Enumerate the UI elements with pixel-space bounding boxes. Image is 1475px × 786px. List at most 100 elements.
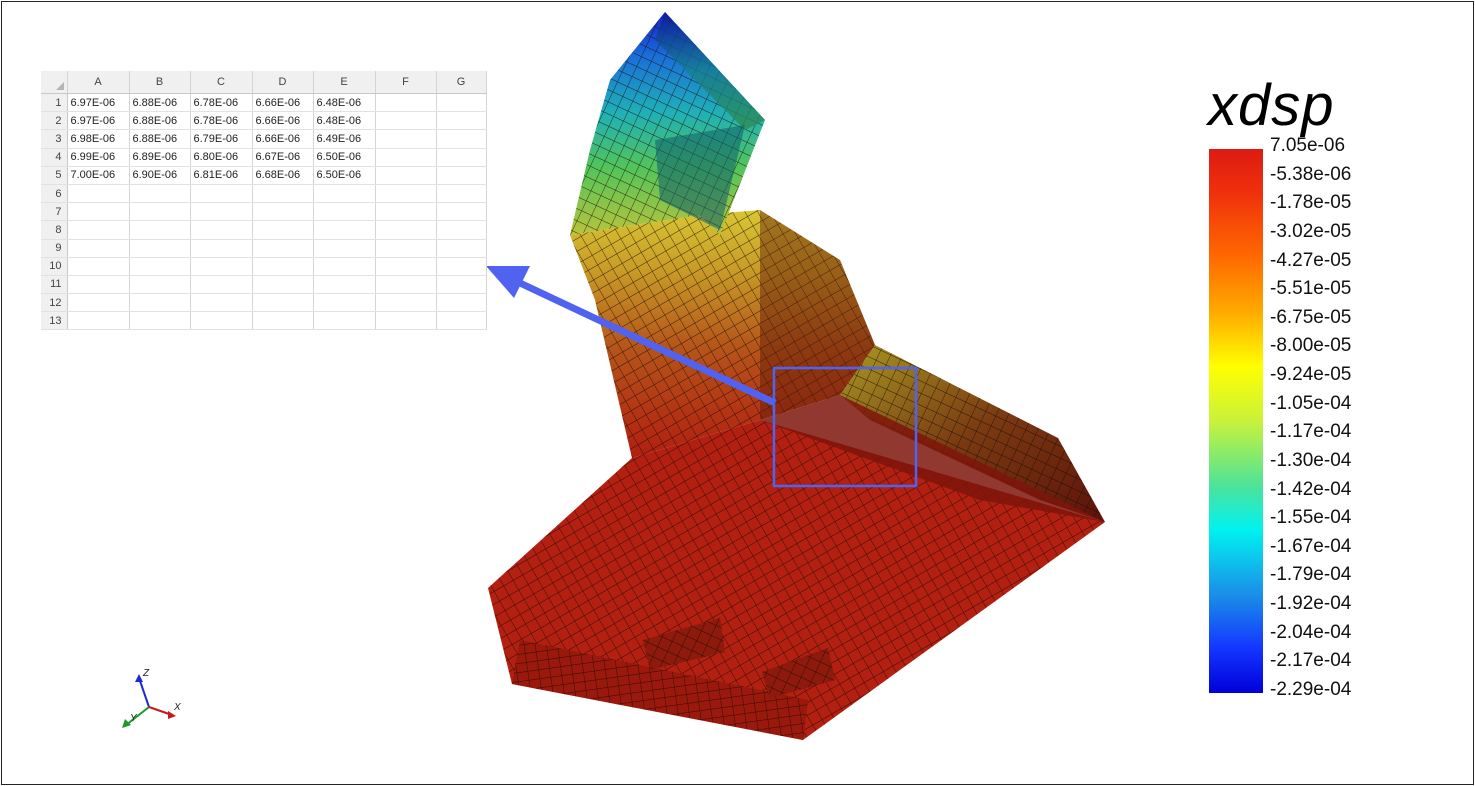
table-cell[interactable] bbox=[313, 202, 376, 222]
table-cell[interactable] bbox=[252, 202, 314, 222]
table-cell[interactable] bbox=[313, 311, 376, 331]
table-cell[interactable]: 6.97E-06 bbox=[67, 111, 130, 131]
table-cell[interactable]: 6.97E-06 bbox=[67, 93, 130, 113]
table-cell[interactable] bbox=[252, 239, 314, 258]
table-cell[interactable] bbox=[252, 220, 314, 240]
column-header[interactable]: B bbox=[129, 71, 191, 94]
table-cell[interactable] bbox=[375, 184, 437, 204]
table-cell[interactable]: 6.66E-06 bbox=[252, 111, 314, 131]
table-cell[interactable] bbox=[67, 239, 130, 258]
row-header[interactable]: 4 bbox=[41, 148, 68, 167]
table-cell[interactable] bbox=[436, 148, 487, 167]
table-cell[interactable] bbox=[129, 257, 191, 276]
table-cell[interactable]: 6.88E-06 bbox=[129, 129, 191, 149]
column-header[interactable]: A bbox=[67, 71, 130, 94]
column-header[interactable]: D bbox=[252, 71, 314, 94]
row-header[interactable]: 10 bbox=[41, 257, 68, 276]
column-header[interactable]: F bbox=[375, 71, 437, 94]
table-cell[interactable]: 6.78E-06 bbox=[190, 93, 253, 113]
table-cell[interactable]: 6.81E-06 bbox=[190, 166, 253, 185]
table-cell[interactable] bbox=[313, 184, 376, 204]
row-header[interactable]: 9 bbox=[41, 239, 68, 258]
row-header[interactable]: 13 bbox=[41, 311, 68, 331]
table-cell[interactable] bbox=[67, 311, 130, 331]
table-cell[interactable] bbox=[129, 311, 191, 331]
table-cell[interactable] bbox=[190, 293, 253, 313]
table-cell[interactable] bbox=[67, 257, 130, 276]
table-cell[interactable] bbox=[190, 239, 253, 258]
table-cell[interactable] bbox=[375, 275, 437, 295]
table-cell[interactable] bbox=[252, 311, 314, 331]
table-cell[interactable] bbox=[375, 202, 437, 222]
table-cell[interactable] bbox=[436, 129, 487, 149]
table-cell[interactable]: 6.49E-06 bbox=[313, 129, 376, 149]
table-cell[interactable] bbox=[375, 220, 437, 240]
table-cell[interactable] bbox=[436, 293, 487, 313]
table-cell[interactable] bbox=[313, 293, 376, 313]
table-cell[interactable] bbox=[67, 184, 130, 204]
table-cell[interactable] bbox=[252, 293, 314, 313]
table-cell[interactable] bbox=[375, 239, 437, 258]
table-cell[interactable]: 6.98E-06 bbox=[67, 129, 130, 149]
table-cell[interactable]: 6.88E-06 bbox=[129, 111, 191, 131]
table-cell[interactable] bbox=[375, 311, 437, 331]
table-cell[interactable]: 6.88E-06 bbox=[129, 93, 191, 113]
table-cell[interactable] bbox=[436, 257, 487, 276]
table-cell[interactable] bbox=[375, 111, 437, 131]
table-cell[interactable] bbox=[252, 275, 314, 295]
table-cell[interactable] bbox=[436, 275, 487, 295]
table-cell[interactable] bbox=[67, 220, 130, 240]
table-cell[interactable]: 6.90E-06 bbox=[129, 166, 191, 185]
table-cell[interactable] bbox=[436, 93, 487, 113]
table-cell[interactable]: 6.50E-06 bbox=[313, 166, 376, 185]
table-cell[interactable] bbox=[190, 202, 253, 222]
table-cell[interactable] bbox=[375, 257, 437, 276]
table-cell[interactable] bbox=[190, 311, 253, 331]
table-cell[interactable] bbox=[436, 184, 487, 204]
table-cell[interactable] bbox=[129, 220, 191, 240]
row-header[interactable]: 7 bbox=[41, 202, 68, 222]
table-cell[interactable] bbox=[375, 148, 437, 167]
table-cell[interactable] bbox=[436, 311, 487, 331]
table-cell[interactable] bbox=[375, 293, 437, 313]
table-cell[interactable] bbox=[436, 202, 487, 222]
table-cell[interactable] bbox=[375, 93, 437, 113]
table-cell[interactable] bbox=[436, 220, 487, 240]
row-header[interactable]: 3 bbox=[41, 129, 68, 149]
table-cell[interactable]: 6.89E-06 bbox=[129, 148, 191, 167]
table-cell[interactable]: 6.48E-06 bbox=[313, 93, 376, 113]
table-cell[interactable]: 6.78E-06 bbox=[190, 111, 253, 131]
table-cell[interactable]: 7.00E-06 bbox=[67, 166, 130, 185]
table-cell[interactable] bbox=[313, 239, 376, 258]
row-header[interactable]: 5 bbox=[41, 166, 68, 185]
table-cell[interactable] bbox=[67, 275, 130, 295]
table-cell[interactable] bbox=[67, 293, 130, 313]
table-cell[interactable] bbox=[436, 239, 487, 258]
row-header[interactable]: 2 bbox=[41, 111, 68, 131]
column-header[interactable]: C bbox=[190, 71, 253, 94]
table-cell[interactable] bbox=[436, 166, 487, 185]
row-header[interactable]: 11 bbox=[41, 275, 68, 295]
table-cell[interactable] bbox=[313, 220, 376, 240]
table-cell[interactable] bbox=[129, 184, 191, 204]
orientation-axes[interactable]: Z X Y bbox=[112, 664, 192, 734]
row-header[interactable]: 8 bbox=[41, 220, 68, 240]
table-cell[interactable]: 6.66E-06 bbox=[252, 129, 314, 149]
table-cell[interactable] bbox=[190, 257, 253, 276]
column-header[interactable]: G bbox=[436, 71, 487, 94]
table-cell[interactable] bbox=[313, 275, 376, 295]
table-cell[interactable] bbox=[190, 220, 253, 240]
table-cell[interactable] bbox=[252, 257, 314, 276]
table-cell[interactable]: 6.67E-06 bbox=[252, 148, 314, 167]
row-header[interactable]: 12 bbox=[41, 293, 68, 313]
table-cell[interactable] bbox=[129, 275, 191, 295]
table-cell[interactable]: 6.66E-06 bbox=[252, 93, 314, 113]
table-cell[interactable]: 6.50E-06 bbox=[313, 148, 376, 167]
row-header[interactable]: 1 bbox=[41, 93, 68, 113]
table-cell[interactable] bbox=[313, 257, 376, 276]
table-cell[interactable] bbox=[436, 111, 487, 131]
table-cell[interactable]: 6.79E-06 bbox=[190, 129, 253, 149]
column-header[interactable]: E bbox=[313, 71, 376, 94]
table-cell[interactable] bbox=[129, 202, 191, 222]
table-cell[interactable] bbox=[190, 275, 253, 295]
